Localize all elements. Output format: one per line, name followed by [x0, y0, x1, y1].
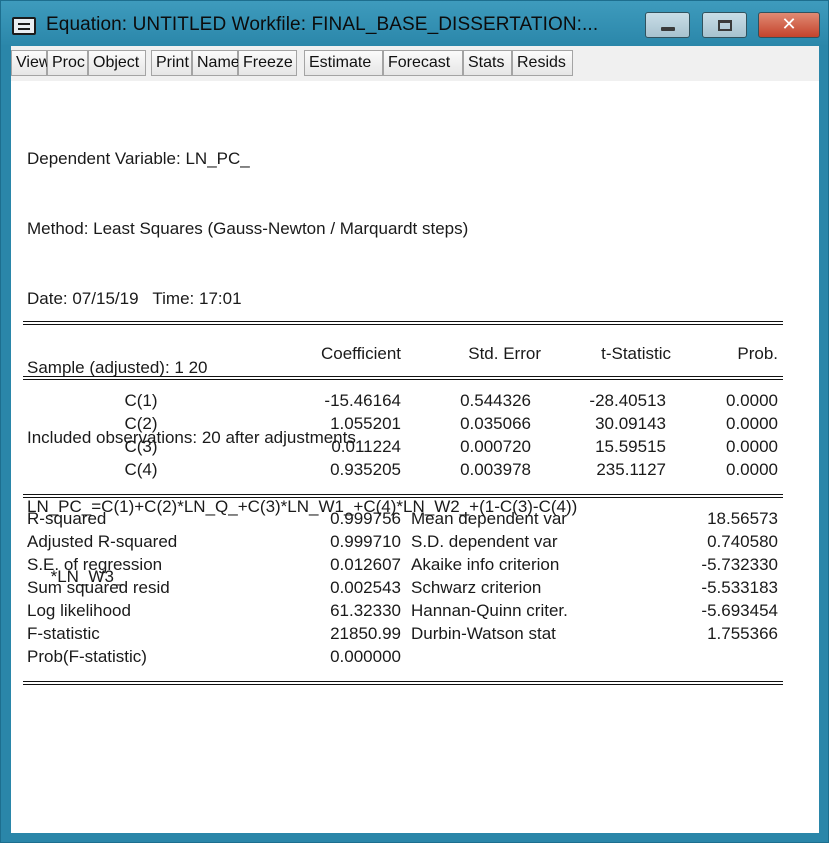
coef-std-error: 0.035066: [460, 414, 531, 433]
equation-window: Equation: UNTITLED Workfile: FINAL_BASE_…: [0, 0, 829, 843]
coef-variable: C(3): [124, 437, 158, 456]
table-divider: [23, 681, 783, 685]
resids-button[interactable]: Resids: [512, 50, 573, 76]
stat-value-2: -5.533183: [701, 578, 778, 597]
minimize-button[interactable]: [645, 12, 690, 38]
stat-label: Sum squared resid: [27, 578, 170, 597]
freeze-button[interactable]: Freeze: [238, 50, 297, 76]
dependent-variable-line: Dependent Variable: LN_PC_: [27, 149, 250, 169]
coef-prob: 0.0000: [726, 414, 778, 433]
stat-value: 21850.99: [330, 624, 401, 643]
stat-label: R-squared: [27, 509, 107, 528]
stat-label-2: Hannan-Quinn criter.: [411, 601, 568, 620]
proc-button[interactable]: Proc: [47, 50, 88, 76]
coef-prob: 0.0000: [726, 460, 778, 479]
stat-label-2: Mean dependent var: [411, 509, 567, 528]
forecast-button[interactable]: Forecast: [383, 50, 463, 76]
print-button[interactable]: Print: [151, 50, 192, 76]
estimate-button[interactable]: Estimate: [304, 50, 383, 76]
stat-value-2: -5.693454: [701, 601, 778, 620]
stat-value: 0.002543: [330, 578, 401, 597]
toolbar: View Proc Object Print Name Freeze Estim…: [11, 46, 819, 81]
maximize-button[interactable]: [702, 12, 747, 38]
title-bar[interactable]: Equation: UNTITLED Workfile: FINAL_BASE_…: [1, 1, 828, 45]
stat-value-2: 18.56573: [707, 509, 778, 528]
coef-t-statistic: 235.1127: [596, 460, 666, 479]
stat-value-2: -5.732330: [701, 555, 778, 574]
view-button[interactable]: View: [11, 50, 50, 76]
coef-variable: C(4): [124, 460, 158, 479]
coef-value: 0.935205: [330, 460, 401, 479]
coef-value: -15.46164: [324, 391, 401, 410]
coef-std-error: 0.000720: [460, 437, 531, 456]
date-line: Date: 07/15/19 Time: 17:01: [27, 288, 242, 308]
stat-label-2: Durbin-Watson stat: [411, 624, 556, 643]
system-menu-icon[interactable]: [12, 17, 36, 35]
stat-label: S.E. of regression: [27, 555, 163, 574]
minimize-icon: [661, 27, 675, 31]
coef-t-statistic: 15.59515: [595, 437, 666, 456]
close-icon: ✕: [781, 14, 797, 35]
coef-variable: C(2): [124, 414, 158, 433]
table-divider: [23, 376, 783, 380]
stat-label-2: S.D. dependent var: [411, 532, 558, 551]
stat-value: 0.999756: [330, 509, 401, 528]
maximize-icon: [718, 20, 732, 31]
stat-value: 0.999710: [330, 532, 401, 551]
method-line: Method: Least Squares (Gauss-Newton / Ma…: [27, 219, 469, 238]
stat-label: Log likelihood: [27, 601, 131, 620]
stat-label: Prob(F-statistic): [27, 647, 147, 666]
stat-label: F-statistic: [27, 624, 100, 643]
table-divider: [23, 321, 783, 325]
coef-value: 0.011224: [331, 437, 401, 456]
coef-value: 1.055201: [330, 414, 401, 433]
stat-label: Adjusted R-squared: [27, 532, 178, 551]
coef-variable: C(1): [124, 391, 158, 410]
coef-prob: 0.0000: [726, 437, 778, 456]
stats-button[interactable]: Stats: [463, 50, 512, 76]
coef-prob: 0.0000: [726, 391, 778, 410]
window-title: Equation: UNTITLED Workfile: FINAL_BASE_…: [46, 14, 599, 35]
estimation-output: Dependent Variable: LN_PC_ Method: Least…: [11, 81, 819, 833]
stat-value: 0.012607: [330, 555, 401, 574]
stat-value-2: 1.755366: [707, 624, 778, 643]
table-divider: [23, 494, 783, 498]
stat-label-2: Akaike info criterion: [411, 555, 560, 574]
close-button[interactable]: ✕: [758, 12, 820, 38]
object-button[interactable]: Object: [88, 50, 146, 76]
column-header-coefficient: Coefficient: [320, 344, 401, 363]
coef-std-error: 0.003978: [460, 460, 531, 479]
coef-t-statistic: 30.09143: [595, 414, 666, 433]
column-header-t-statistic: t-Statistic: [601, 344, 671, 363]
stat-value: 0.000000: [330, 647, 401, 666]
coef-std-error: 0.544326: [460, 391, 531, 410]
stat-label-2: Schwarz criterion: [411, 578, 542, 597]
stat-value-2: 0.740580: [707, 532, 778, 551]
column-header-std-error: Std. Error: [468, 344, 541, 363]
name-button[interactable]: Name: [192, 50, 240, 76]
column-header-prob: Prob.: [737, 344, 778, 363]
stat-value: 61.32330: [330, 601, 401, 620]
coef-t-statistic: -28.40513: [589, 391, 666, 410]
